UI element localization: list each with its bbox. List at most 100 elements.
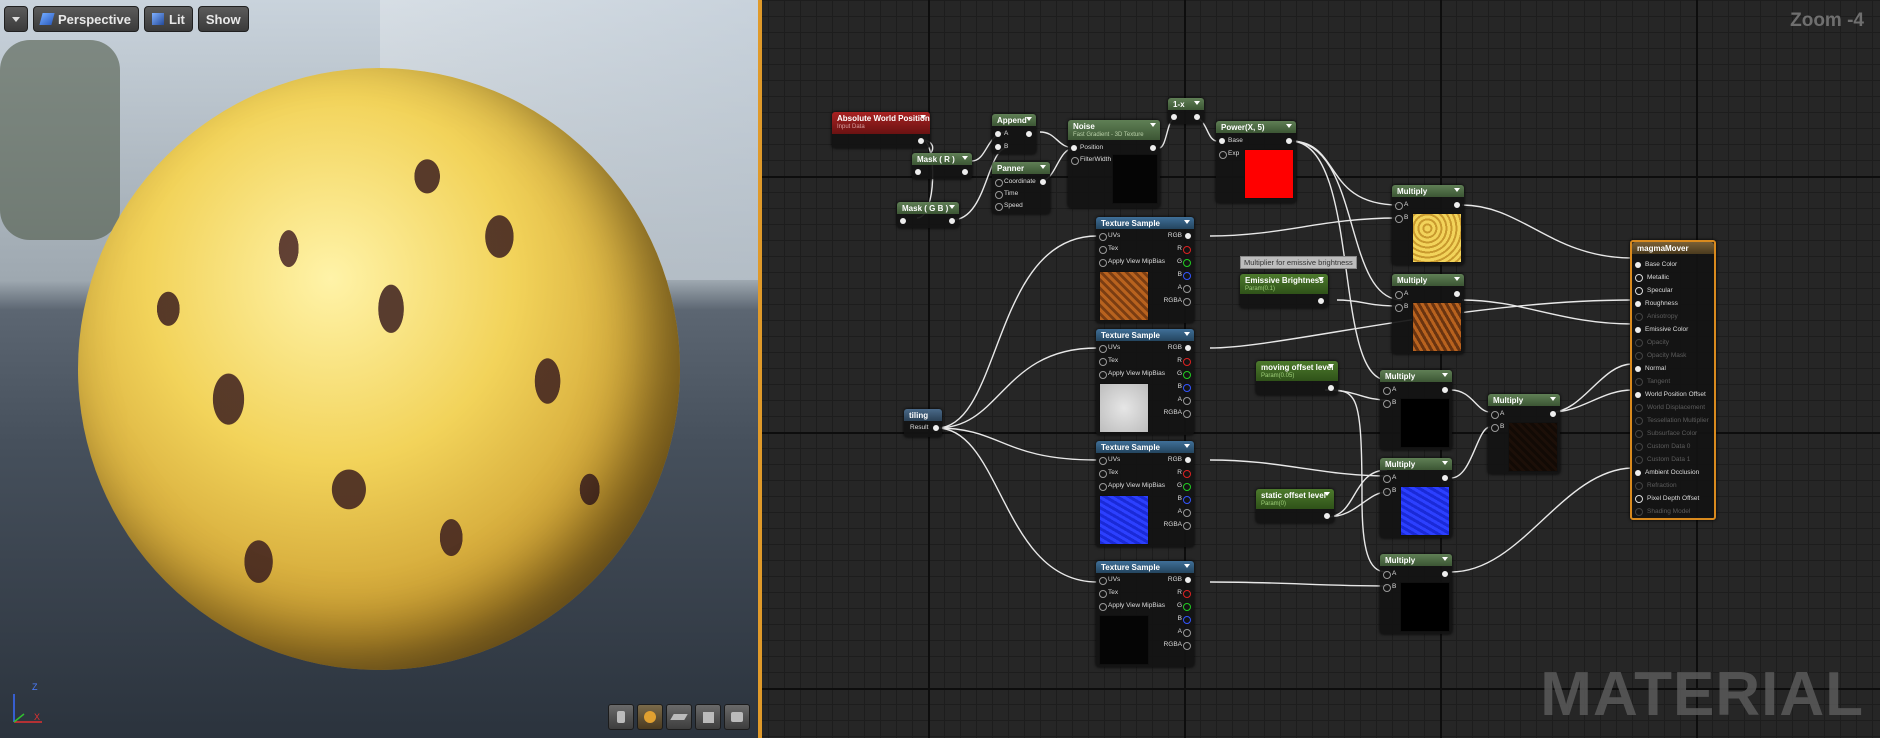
node-mask-gb[interactable]: Mask ( G B ) <box>897 202 959 228</box>
output-pin-a[interactable] <box>1183 509 1191 517</box>
input-pin-base[interactable] <box>1219 138 1225 144</box>
output-pin-rgb[interactable] <box>1185 233 1191 239</box>
input-pin-b[interactable] <box>1383 584 1391 592</box>
viewport-options-button[interactable] <box>4 6 28 32</box>
output-pin-rgba[interactable] <box>1183 298 1191 306</box>
output-pin-b[interactable] <box>1183 272 1191 280</box>
input-pin-a[interactable] <box>1383 387 1391 395</box>
input-pin-mipbias[interactable] <box>1099 603 1107 611</box>
input-pin-b[interactable] <box>1383 488 1391 496</box>
node-multiply-3[interactable]: Multiply A B <box>1380 370 1452 450</box>
node-absolute-world-position[interactable]: Absolute World Position Input Data <box>832 112 930 148</box>
node-texture-sample-2[interactable]: Texture Sample UVs Tex Apply View MipBia… <box>1096 329 1194 435</box>
input-pin-mipbias[interactable] <box>1099 371 1107 379</box>
output-pin-a[interactable] <box>1183 397 1191 405</box>
input-pin[interactable] <box>1171 114 1177 120</box>
output-pin-b[interactable] <box>1183 616 1191 624</box>
output-pin[interactable] <box>1026 131 1032 137</box>
input-pin-b[interactable] <box>1395 215 1403 223</box>
input-pin[interactable] <box>900 218 906 224</box>
output-pin[interactable] <box>1040 179 1046 185</box>
input-pin-a[interactable] <box>1491 411 1499 419</box>
node-multiply-6[interactable]: Multiply A B <box>1488 394 1560 474</box>
output-pin[interactable] <box>949 218 955 224</box>
input-pin-position[interactable] <box>1071 145 1077 151</box>
result-pin-row[interactable]: Opacity <box>1635 336 1712 349</box>
output-pin-rgb[interactable] <box>1185 457 1191 463</box>
output-pin[interactable] <box>1318 298 1324 304</box>
output-pin[interactable] <box>1442 387 1448 393</box>
preview-sphere-button[interactable] <box>637 704 663 730</box>
result-pin-row[interactable]: World Displacement <box>1635 401 1712 414</box>
node-emissive-brightness[interactable]: Emissive Brightness Param(0.1) <box>1240 274 1328 308</box>
output-pin-rgba[interactable] <box>1183 642 1191 650</box>
node-texture-sample-4[interactable]: Texture Sample UVs Tex Apply View MipBia… <box>1096 561 1194 667</box>
result-pin-row[interactable]: Refraction <box>1635 479 1712 492</box>
result-pin-row[interactable]: Custom Data 0 <box>1635 440 1712 453</box>
node-one-minus[interactable]: 1-x <box>1168 98 1204 124</box>
output-pin[interactable] <box>1150 145 1156 151</box>
node-panner[interactable]: Panner Coordinate Time Speed <box>992 162 1050 214</box>
result-pin-row[interactable]: Ambient Occlusion <box>1635 466 1712 479</box>
output-pin[interactable] <box>1286 138 1292 144</box>
preview-cylinder-button[interactable] <box>608 704 634 730</box>
node-material-result[interactable]: magmaMover Base Color Metallic Specular … <box>1630 240 1716 520</box>
output-pin-r[interactable] <box>1183 246 1191 254</box>
result-pin-row[interactable]: Specular <box>1635 284 1712 297</box>
node-moving-offset-level[interactable]: moving offset level Param(0.05) <box>1256 361 1338 395</box>
node-multiply-1[interactable]: Multiply A B <box>1392 185 1464 265</box>
node-static-offset-level[interactable]: static offset level Param(0) <box>1256 489 1334 523</box>
input-pin-uvs[interactable] <box>1099 233 1107 241</box>
input-pin-b[interactable] <box>1395 304 1403 312</box>
output-pin-r[interactable] <box>1183 470 1191 478</box>
output-pin[interactable] <box>1454 202 1460 208</box>
result-pin-row[interactable]: Metallic <box>1635 271 1712 284</box>
input-pin-mipbias[interactable] <box>1099 483 1107 491</box>
input-pin[interactable] <box>915 169 921 175</box>
input-pin-mipbias[interactable] <box>1099 259 1107 267</box>
lit-button[interactable]: Lit <box>144 6 193 32</box>
output-pin[interactable] <box>1454 291 1460 297</box>
input-pin-uvs[interactable] <box>1099 577 1107 585</box>
output-pin-rgba[interactable] <box>1183 410 1191 418</box>
output-pin[interactable] <box>918 138 924 144</box>
output-pin[interactable] <box>1194 114 1200 120</box>
output-pin[interactable] <box>933 425 939 431</box>
result-pin-row[interactable]: Roughness <box>1635 297 1712 310</box>
perspective-button[interactable]: Perspective <box>33 6 139 32</box>
input-pin-a[interactable] <box>995 131 1001 137</box>
result-pin-row[interactable]: Emissive Color <box>1635 323 1712 336</box>
result-pin-row[interactable]: Shading Model <box>1635 505 1712 518</box>
output-pin-r[interactable] <box>1183 358 1191 366</box>
input-pin-a[interactable] <box>1395 202 1403 210</box>
input-pin-tex[interactable] <box>1099 358 1107 366</box>
node-noise[interactable]: Noise Fast Gradient - 3D Texture Positio… <box>1068 120 1160 208</box>
input-pin-coordinate[interactable] <box>995 179 1003 187</box>
input-pin-uvs[interactable] <box>1099 345 1107 353</box>
input-pin-b[interactable] <box>1491 424 1499 432</box>
result-pin-row[interactable]: Subsurface Color <box>1635 427 1712 440</box>
output-pin[interactable] <box>962 169 968 175</box>
output-pin[interactable] <box>1328 385 1334 391</box>
result-pin-row[interactable]: Pixel Depth Offset <box>1635 492 1712 505</box>
preview-viewport[interactable]: Perspective Lit Show Z X <box>0 0 758 738</box>
node-tiling[interactable]: tiling Result <box>904 409 942 437</box>
output-pin-rgba[interactable] <box>1183 522 1191 530</box>
node-multiply-2[interactable]: Multiply A B <box>1392 274 1464 354</box>
output-pin-b[interactable] <box>1183 384 1191 392</box>
input-pin-tex[interactable] <box>1099 470 1107 478</box>
input-pin-tex[interactable] <box>1099 246 1107 254</box>
material-graph[interactable]: Zoom -4 MATERIAL Absolute World Position… <box>762 0 1880 738</box>
output-pin[interactable] <box>1324 513 1330 519</box>
output-pin-a[interactable] <box>1183 629 1191 637</box>
input-pin-tex[interactable] <box>1099 590 1107 598</box>
input-pin-a[interactable] <box>1395 291 1403 299</box>
output-pin[interactable] <box>1442 571 1448 577</box>
preview-cube-button[interactable] <box>695 704 721 730</box>
node-mask-r[interactable]: Mask ( R ) <box>912 153 972 179</box>
output-pin-g[interactable] <box>1183 259 1191 267</box>
input-pin-a[interactable] <box>1383 571 1391 579</box>
output-pin[interactable] <box>1550 411 1556 417</box>
result-pin-row[interactable]: World Position Offset <box>1635 388 1712 401</box>
result-pin-row[interactable]: Custom Data 1 <box>1635 453 1712 466</box>
